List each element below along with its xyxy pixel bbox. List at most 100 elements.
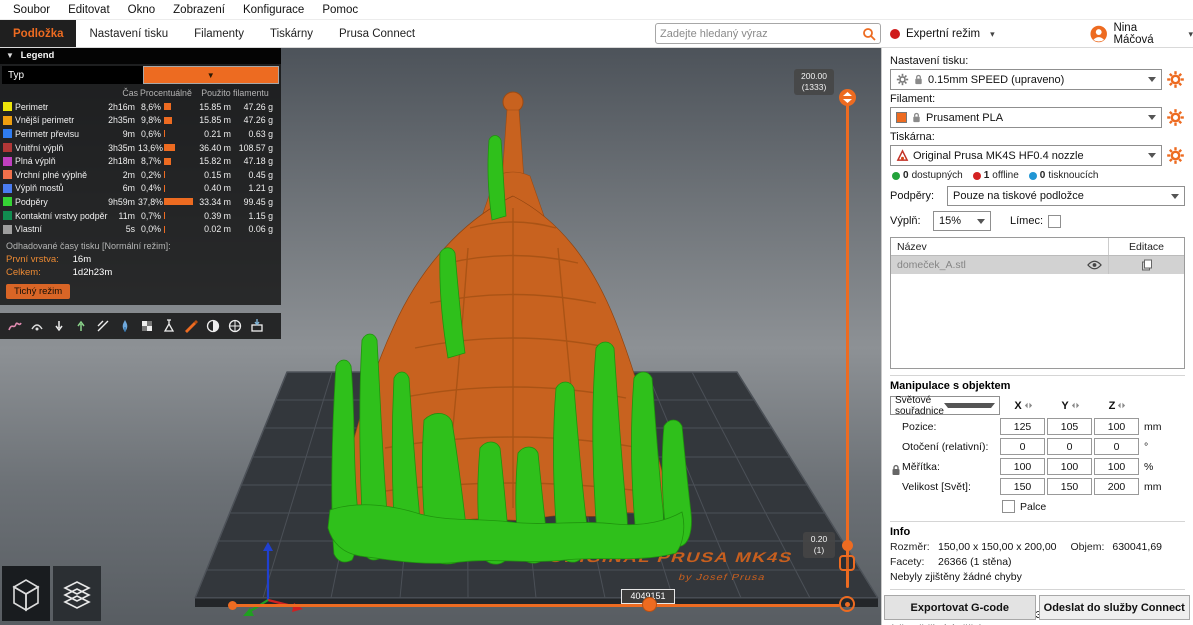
axis-z-input[interactable]	[1094, 478, 1139, 495]
view-type-dropdown-button[interactable]: ▼	[142, 66, 279, 84]
legend-feature-row[interactable]: Vnitřní výplň 3h35m 13,6% 36.40 m 108.57…	[0, 141, 281, 155]
preview-view-button[interactable]	[53, 566, 101, 621]
legend-feature-row[interactable]: Podpěry 9h59m 37,8% 33.34 m 99.45 g	[0, 195, 281, 209]
travels-icon[interactable]	[6, 318, 23, 335]
legend-feature-row[interactable]: Výplň mostů 6m 0,4% 0.40 m 1.21 g	[0, 182, 281, 196]
legend-printer-icon[interactable]	[248, 318, 265, 335]
deretractions-icon[interactable]	[72, 318, 89, 335]
tool-marker-icon[interactable]	[226, 318, 243, 335]
tab[interactable]: Nastavení tisku	[76, 20, 181, 47]
retractions-icon[interactable]	[50, 318, 67, 335]
axis-y-input[interactable]	[1047, 418, 1092, 435]
menu-item[interactable]: Soubor	[4, 0, 59, 20]
layer-slider-top-handle[interactable]	[839, 89, 856, 106]
axis-x-input[interactable]	[1000, 478, 1045, 495]
feature-time: 9h59m	[108, 196, 135, 207]
legend-feature-row[interactable]: Kontaktní vrstvy podpěr 11m 0,7% 0.39 m …	[0, 209, 281, 223]
pause-prints-icon[interactable]	[160, 318, 177, 335]
percent-bar	[164, 184, 165, 192]
volume-value: 630041,69	[1112, 541, 1162, 553]
mirror-icon[interactable]	[1117, 401, 1126, 410]
axis-x-input[interactable]	[1000, 438, 1045, 455]
editor-view-button[interactable]	[2, 566, 50, 621]
tab[interactable]: Prusa Connect	[326, 20, 428, 47]
export-gcode-button[interactable]: Exportovat G-code	[884, 595, 1036, 620]
tab[interactable]: Podložka	[0, 20, 77, 47]
menu-item[interactable]: Editovat	[59, 0, 119, 20]
feature-length: 0.40 m	[204, 183, 231, 194]
printer-gear-button[interactable]	[1166, 146, 1185, 165]
mirror-icon[interactable]	[1024, 401, 1033, 410]
shells-icon[interactable]	[204, 318, 221, 335]
legend-view-type-select[interactable]: Typ ▼	[2, 66, 279, 84]
print-settings-gear-button[interactable]	[1166, 70, 1185, 89]
send-to-connect-button[interactable]: Odeslat do služby Connect	[1038, 595, 1190, 620]
legend-feature-row[interactable]: Perimetr 2h16m 8,6% 15.85 m 47.26 g	[0, 100, 281, 114]
axis-z-input[interactable]	[1094, 458, 1139, 475]
supports-select[interactable]: Pouze na tiskové podložce	[947, 186, 1185, 206]
eye-icon[interactable]	[1087, 260, 1102, 270]
custom-gcodes-icon[interactable]	[182, 318, 199, 335]
stealth-mode-button[interactable]: Tichý režim	[6, 283, 71, 299]
view-switcher	[2, 566, 101, 621]
feature-percent: 37,8%	[138, 196, 163, 207]
percent-bar	[164, 171, 165, 179]
tab[interactable]: Filamenty	[181, 20, 257, 47]
menu-item[interactable]: Okno	[119, 0, 165, 20]
axis-y-input[interactable]	[1047, 478, 1092, 495]
brim-checkbox[interactable]	[1048, 214, 1062, 228]
wipe-icon[interactable]	[28, 318, 45, 335]
layer-slider-track[interactable]	[846, 93, 849, 588]
tab[interactable]: Tiskárny	[257, 20, 326, 47]
menu-item[interactable]: Zobrazení	[164, 0, 234, 20]
seams-icon[interactable]	[94, 318, 111, 335]
axis-x-input[interactable]	[1000, 458, 1045, 475]
layer-bed-icon[interactable]	[839, 555, 855, 571]
axis-y-input[interactable]	[1047, 438, 1092, 455]
filament-gear-button[interactable]	[1166, 108, 1185, 127]
action-buttons: Exportovat G-code Odeslat do služby Conn…	[884, 595, 1190, 620]
filament-combo[interactable]: Prusament PLA	[890, 107, 1162, 128]
legend-feature-row[interactable]: Vrchní plné výplně 2m 0,2% 0.15 m 0.45 g	[0, 168, 281, 182]
search-input[interactable]	[660, 27, 862, 40]
axis-z-input[interactable]	[1094, 438, 1139, 455]
legend-feature-row[interactable]: Plná výplň 2h18m 8,7% 15.82 m 47.18 g	[0, 154, 281, 168]
legend-feature-row[interactable]: Perimetr převisu 9m 0,6% 0.21 m 0.63 g	[0, 127, 281, 141]
gcode-marker-icon[interactable]	[839, 596, 855, 612]
legend-header[interactable]: ▼ Legend	[0, 48, 281, 64]
edit-icon[interactable]	[1141, 259, 1153, 271]
move-slider-handle[interactable]	[642, 597, 657, 612]
search-icon[interactable]	[862, 27, 876, 41]
print-settings-combo[interactable]: 0.15mm SPEED (upraveno)	[890, 69, 1162, 90]
axis-z-input[interactable]	[1094, 418, 1139, 435]
expert-mode-menu[interactable]: Expertní režim ▾	[890, 20, 995, 48]
layer-slider-bottom-handle[interactable]	[842, 540, 853, 551]
mirror-icon[interactable]	[1071, 401, 1080, 410]
inches-checkbox[interactable]	[1002, 500, 1015, 513]
feature-weight: 47.26 g	[243, 101, 273, 112]
object-row[interactable]: domeček_A.stl	[891, 256, 1184, 274]
infill-select[interactable]: 15%	[933, 211, 991, 231]
lock-icon	[911, 112, 922, 123]
search-box[interactable]	[655, 23, 881, 44]
supports-label: Podpěry:	[890, 190, 935, 202]
user-menu[interactable]: Nina Máčová ▾	[1090, 20, 1193, 48]
legend-feature-row[interactable]: Vlastní 5s 0,0% 0.02 m 0.06 g	[0, 222, 281, 236]
axis-y-input[interactable]	[1047, 458, 1092, 475]
move-slider-track[interactable]	[232, 604, 840, 607]
menu-item[interactable]: Konfigurace	[234, 0, 313, 20]
axis-x-input[interactable]	[1000, 418, 1045, 435]
tool-changes-icon[interactable]	[116, 318, 133, 335]
feature-percent: 8,6%	[140, 101, 161, 112]
coordinate-system-select[interactable]: Světové souřadnice	[890, 395, 1000, 417]
chevron-down-icon	[943, 403, 995, 408]
color-changes-icon[interactable]	[138, 318, 155, 335]
legend-feature-row[interactable]: Vnější perimetr 2h35m 9,8% 15.85 m 47.26…	[0, 114, 281, 128]
manipulation-row: Pozice: mm	[890, 418, 1185, 435]
printer-combo[interactable]: Original Prusa MK4S HF0.4 nozzle	[890, 145, 1162, 166]
facets-value: 26366 (1 stěna)	[938, 556, 1012, 568]
feature-length: 33.34 m	[199, 196, 231, 207]
feature-color-swatch	[3, 143, 12, 153]
menu-item[interactable]: Pomoc	[313, 0, 367, 20]
uniform-scale-lock-icon[interactable]	[890, 464, 902, 476]
